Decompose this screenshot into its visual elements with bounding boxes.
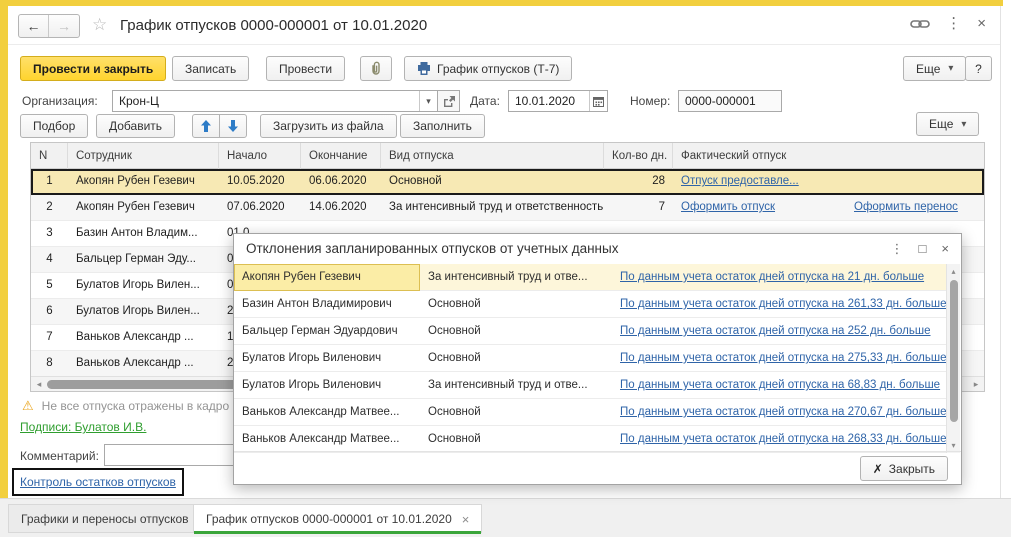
scroll-up-icon[interactable]: ▴ — [947, 265, 960, 278]
deviation-row[interactable]: Акопян Рубен Гезевич За интенсивный труд… — [234, 264, 947, 291]
table-row[interactable]: 2 Акопян Рубен Гезевич 07.06.2020 14.06.… — [31, 195, 984, 221]
printer-icon — [417, 62, 431, 75]
date-label: Дата: — [470, 94, 500, 108]
dialog-scrollbar-thumb[interactable] — [950, 280, 958, 422]
deviation-link[interactable]: По данным учета остаток дней отпуска на … — [620, 406, 946, 418]
get-link-icon[interactable] — [910, 18, 930, 30]
window-close-icon[interactable]: × — [977, 15, 986, 33]
deviation-row[interactable]: Ваньков Александр Матвее... Основной По … — [234, 399, 947, 426]
fact-vacation-link[interactable]: Отпуск предоставле... — [681, 175, 799, 187]
deviation-link[interactable]: По данным учета остаток дней отпуска на … — [620, 298, 946, 310]
post-button[interactable]: Провести — [266, 56, 345, 81]
dialog-footer: ✗ Закрыть — [234, 451, 961, 484]
vacation-balance-control: Контроль остатков отпусков — [12, 468, 184, 496]
favorite-star-icon[interactable]: ☆ — [92, 15, 107, 35]
forward-arrow-icon: → — [57, 18, 71, 34]
nav-forward-button[interactable]: → — [49, 15, 79, 37]
active-tab-indicator — [194, 531, 481, 534]
deviation-link[interactable]: По данным учета остаток дней отпуска на … — [620, 352, 946, 364]
column-header-start[interactable]: Начало — [219, 143, 301, 169]
scroll-left-icon[interactable]: ◂ — [32, 377, 46, 391]
form-more-button[interactable]: Еще▾ — [903, 56, 966, 81]
paperclip-icon — [370, 61, 382, 76]
load-from-file-button[interactable]: Загрузить из файла — [260, 114, 397, 138]
tab-close-icon[interactable]: × — [462, 512, 470, 527]
deviation-link[interactable]: По данным учета остаток дней отпуска на … — [620, 325, 931, 337]
nav-back-button[interactable]: ← — [19, 15, 49, 37]
dialog-vertical-scrollbar[interactable]: ▴ ▾ — [946, 264, 960, 453]
add-button[interactable]: Добавить — [96, 114, 175, 138]
window-menu-dots-icon[interactable]: ⋮ — [946, 15, 961, 33]
column-header-employee[interactable]: Сотрудник — [68, 143, 219, 169]
open-form-icon — [443, 96, 455, 107]
pick-button[interactable]: Подбор — [20, 114, 88, 138]
organization-label: Организация: — [22, 94, 98, 108]
tab-schedules-and-transfers[interactable]: Графики и переносы отпусков × — [8, 504, 219, 533]
back-arrow-icon: ← — [27, 18, 41, 34]
column-header-n[interactable]: N — [31, 143, 68, 169]
column-header-type[interactable]: Вид отпуска — [381, 143, 604, 169]
column-header-days[interactable]: Кол-во дн. — [604, 143, 673, 169]
print-t7-button[interactable]: График отпусков (Т-7) — [404, 56, 572, 81]
date-field[interactable]: 10.01.2020 — [508, 90, 608, 112]
deviations-list: Акопян Рубен Гезевич За интенсивный труд… — [234, 264, 947, 453]
warning-text: Не все отпуска отражены в кадро — [42, 399, 230, 413]
tab-vacation-schedule-current[interactable]: График отпусков 0000-000001 от 10.01.202… — [193, 504, 482, 533]
chevron-down-icon: ▾ — [961, 119, 966, 130]
move-down-button[interactable] — [219, 114, 247, 138]
dialog-close-button[interactable]: ✗ Закрыть — [860, 456, 948, 481]
deviation-link[interactable]: По данным учета остаток дней отпуска на … — [620, 271, 924, 283]
dialog-title: Отклонения запланированных отпусков от у… — [246, 241, 618, 256]
chevron-down-icon: ▾ — [948, 63, 953, 74]
calendar-icon[interactable] — [589, 91, 607, 111]
column-header-end[interactable]: Окончание — [301, 143, 381, 169]
window-title: График отпусков 0000-000001 от 10.01.202… — [120, 17, 427, 34]
number-field[interactable]: 0000-000001 — [678, 90, 782, 112]
table-row[interactable]: 1 Акопян Рубен Гезевич 10.05.2020 06.06.… — [31, 169, 984, 195]
post-and-close-button[interactable]: Провести и закрыть — [20, 56, 166, 81]
organization-field[interactable]: Крон-Ц ▾ — [112, 90, 438, 112]
organization-combo-arrow-icon[interactable]: ▾ — [419, 91, 437, 111]
deviation-row[interactable]: Булатов Игорь Виленович За интенсивный т… — [234, 372, 947, 399]
organization-open-button[interactable] — [438, 90, 460, 112]
move-up-button[interactable] — [192, 114, 220, 138]
table-more-button[interactable]: Еще▾ — [916, 112, 979, 136]
vacation-balance-control-link[interactable]: Контроль остатков отпусков — [20, 475, 176, 489]
close-x-icon: ✗ — [873, 462, 883, 476]
scroll-right-icon[interactable]: ▸ — [969, 377, 983, 391]
help-button[interactable]: ? — [965, 56, 992, 81]
dialog-close-icon[interactable]: × — [941, 241, 949, 257]
bottom-tab-bar: Графики и переносы отпусков × График отп… — [0, 498, 1011, 537]
arrow-down-icon — [228, 120, 238, 132]
column-header-fact[interactable]: Фактический отпуск — [673, 143, 985, 169]
deviation-row[interactable]: Ваньков Александр Матвее... Основной По … — [234, 426, 947, 453]
deviations-dialog: Отклонения запланированных отпусков от у… — [233, 233, 962, 485]
dialog-menu-dots-icon[interactable]: ⋮ — [891, 241, 904, 257]
write-button[interactable]: Записать — [172, 56, 249, 81]
deviation-row[interactable]: Бальцер Герман Эдуардович Основной По да… — [234, 318, 947, 345]
deviation-row[interactable]: Булатов Игорь Виленович Основной По данн… — [234, 345, 947, 372]
signatures-link[interactable]: Подписи: Булатов И.В. — [20, 420, 146, 434]
warning-icon: ⚠ — [22, 398, 34, 414]
title-divider — [8, 44, 1000, 45]
number-label: Номер: — [630, 94, 670, 108]
arrow-up-icon — [201, 120, 211, 132]
fill-button[interactable]: Заполнить — [400, 114, 485, 138]
make-transfer-link[interactable]: Оформить перенос — [854, 201, 958, 213]
deviation-link[interactable]: По данным учета остаток дней отпуска на … — [620, 433, 946, 445]
make-vacation-link[interactable]: Оформить отпуск — [681, 201, 775, 213]
deviation-row[interactable]: Базин Антон Владимирович Основной По дан… — [234, 291, 947, 318]
comment-label: Комментарий: — [20, 449, 99, 463]
window-accent-left — [0, 6, 8, 498]
dialog-maximize-icon[interactable]: □ — [919, 241, 927, 257]
table-header-row: N Сотрудник Начало Окончание Вид отпуска… — [31, 143, 984, 169]
nav-button-group: ← → — [18, 14, 80, 38]
deviation-link[interactable]: По данным учета остаток дней отпуска на … — [620, 379, 940, 391]
attachments-button[interactable] — [360, 56, 392, 81]
